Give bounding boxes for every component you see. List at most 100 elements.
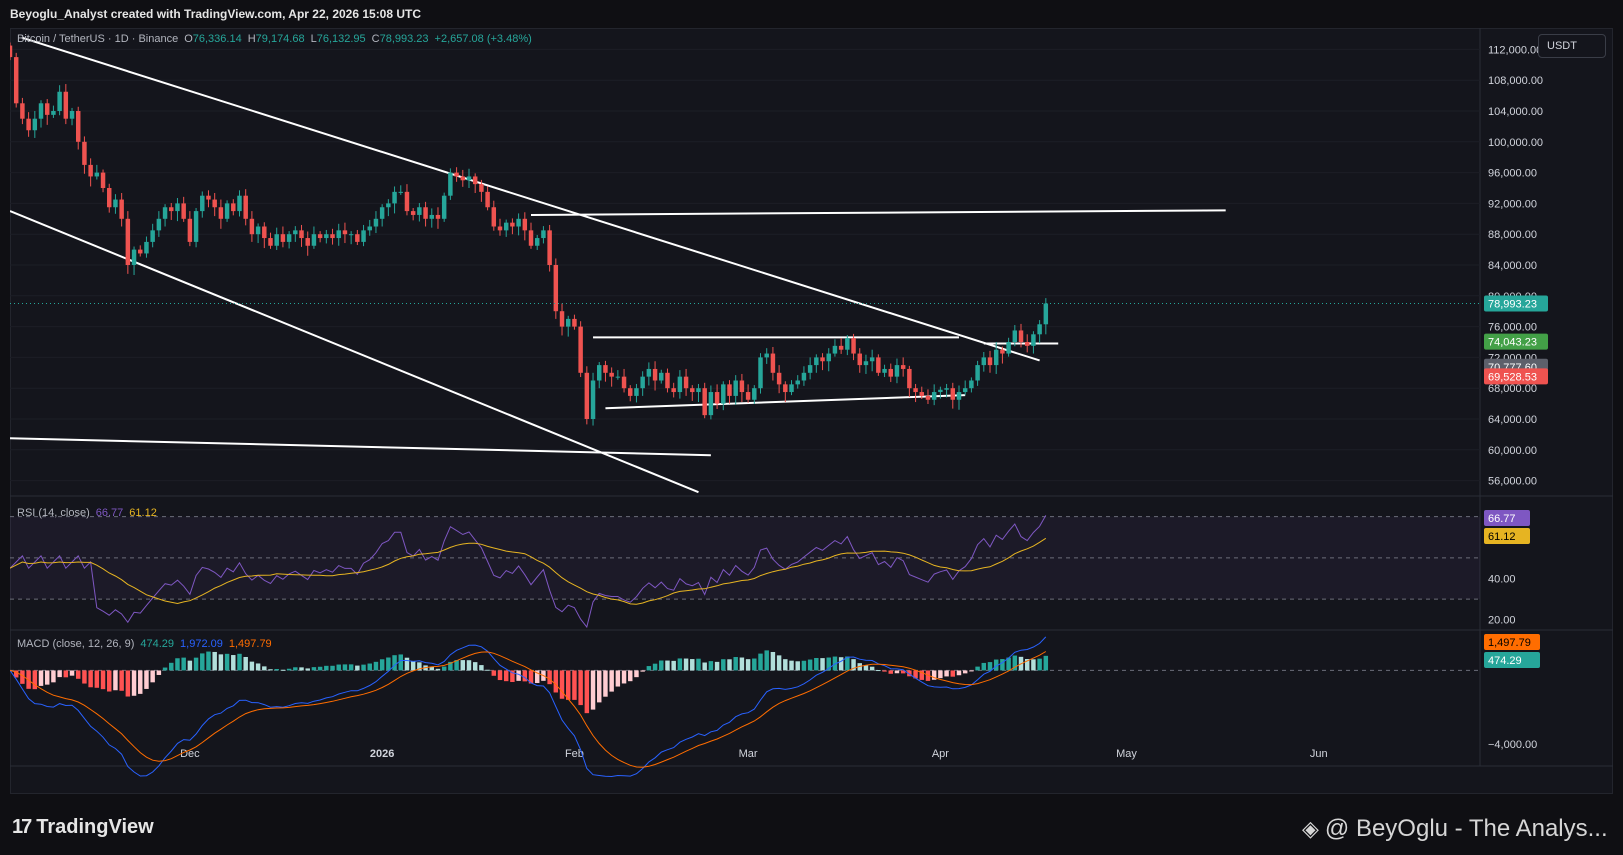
macd-histogram-bar <box>572 670 577 700</box>
candle-body <box>156 218 162 231</box>
candle-body <box>361 230 366 242</box>
candle-body <box>770 353 776 373</box>
macd-histogram-bar <box>838 657 844 671</box>
candle-body <box>379 207 385 219</box>
macd-histogram-bar <box>559 670 565 699</box>
macd-histogram-bar <box>88 670 93 688</box>
candle-body <box>169 207 174 212</box>
candle-body <box>348 234 354 236</box>
candle-body <box>262 226 267 239</box>
candle-body <box>150 230 155 242</box>
candle-body <box>807 365 813 373</box>
diamond-icon: ◈ <box>1302 816 1319 841</box>
candle-body <box>975 365 980 381</box>
candle-body <box>429 214 435 219</box>
macd-histogram-bar <box>969 670 974 672</box>
macd-histogram-bar <box>615 670 621 687</box>
candle-body <box>187 218 193 242</box>
rsi-tick-label: 40.00 <box>1488 573 1516 585</box>
candle-body <box>553 265 559 312</box>
candle-body <box>565 318 571 327</box>
candle-body <box>621 376 627 389</box>
tradingview-logo[interactable]: 17 TradingView <box>12 816 154 839</box>
candle-body <box>758 357 763 389</box>
macd-histogram-bar <box>565 670 571 700</box>
candle-body <box>448 172 453 196</box>
rsi-legend-ma: 61.12 <box>129 507 157 519</box>
candle-body <box>410 211 416 215</box>
candle-body <box>894 365 900 377</box>
macd-legend-label[interactable]: MACD (close, 12, 26, 9) <box>17 638 134 650</box>
author-watermark: ◈ @ BeyOglu - The Analys... <box>1302 815 1608 843</box>
candle-body <box>696 388 701 393</box>
chart-canvas[interactable]: 112,000.00 108,000.00 104,000.00 100,000.00… <box>10 28 1613 794</box>
macd-histogram-bar <box>776 655 782 671</box>
macd-badge-label: 474.29 <box>1488 655 1522 667</box>
candle-body <box>342 230 348 235</box>
macd-histogram-bar <box>379 659 385 671</box>
candle-body <box>255 226 261 235</box>
candle-body <box>454 172 459 177</box>
candle-body <box>299 230 304 239</box>
rsi-legend-label[interactable]: RSI (14, close) <box>17 507 90 519</box>
macd-histogram-bar <box>392 655 397 671</box>
macd-histogram-bar <box>119 670 124 691</box>
candle-body <box>1043 303 1049 325</box>
currency-button[interactable]: USDT <box>1538 34 1606 58</box>
rsi-legend: RSI (14, close) 66.77 61.12 <box>17 507 157 519</box>
candle-body <box>311 234 317 246</box>
attribution-bar: Beyoglu_Analyst created with TradingView… <box>0 0 1623 28</box>
macd-histogram-bar <box>206 651 211 671</box>
candle-body <box>88 164 93 177</box>
candle-body <box>336 230 341 239</box>
macd-histogram-bar <box>404 657 410 671</box>
macd-histogram-bar <box>652 663 658 671</box>
macd-histogram-bar <box>1043 655 1049 671</box>
candle-body <box>243 195 248 219</box>
candle-body <box>690 388 695 393</box>
candle-body <box>721 384 726 404</box>
candle-body <box>491 207 497 227</box>
candle-body <box>727 384 732 396</box>
macd-histogram-bar <box>280 669 286 671</box>
macd-histogram-bar <box>293 667 298 671</box>
candle-body <box>534 238 540 246</box>
trend-line <box>10 437 711 457</box>
macd-histogram-bar <box>255 663 261 671</box>
candle-body <box>1012 330 1018 342</box>
candle-body <box>485 191 490 208</box>
candle-body <box>956 392 962 400</box>
price-tick-label: 76,000.00 <box>1488 322 1537 334</box>
price-tick-label: 88,000.00 <box>1488 229 1537 241</box>
macd-histogram-bar <box>1000 659 1005 671</box>
candle-body <box>224 203 230 219</box>
candle-body <box>795 380 800 385</box>
candle-body <box>510 222 515 227</box>
macd-histogram-bar <box>231 655 236 671</box>
candle-body <box>919 392 925 396</box>
time-tick-label: Jun <box>1310 748 1328 760</box>
macd-histogram-bar <box>609 670 614 692</box>
macd-histogram-bar <box>317 666 323 671</box>
macd-histogram-bar <box>181 657 186 671</box>
candle-body <box>373 218 379 227</box>
macd-histogram-bar <box>758 653 763 671</box>
macd-histogram-bar <box>57 670 62 678</box>
macd-histogram-bar <box>373 661 379 671</box>
candle-body <box>386 203 391 208</box>
candle-body <box>646 368 652 377</box>
candle-body <box>268 238 273 246</box>
candle-body <box>559 311 565 327</box>
macd-histogram-bar <box>367 663 372 671</box>
macd-histogram-bar <box>863 665 869 671</box>
macd-histogram-bar <box>981 662 987 671</box>
macd-histogram-bar <box>100 670 106 690</box>
legend-symbol[interactable]: Bitcoin / TetherUS · 1D · Binance <box>17 33 178 45</box>
macd-histogram-bar <box>894 670 900 674</box>
rsi-badge-label: 66.77 <box>1488 513 1516 525</box>
candle-body <box>1031 334 1036 346</box>
candle-body <box>38 103 44 119</box>
macd-histogram-bar <box>603 670 608 697</box>
candle-body <box>20 103 25 119</box>
macd-histogram-bar <box>745 659 751 671</box>
